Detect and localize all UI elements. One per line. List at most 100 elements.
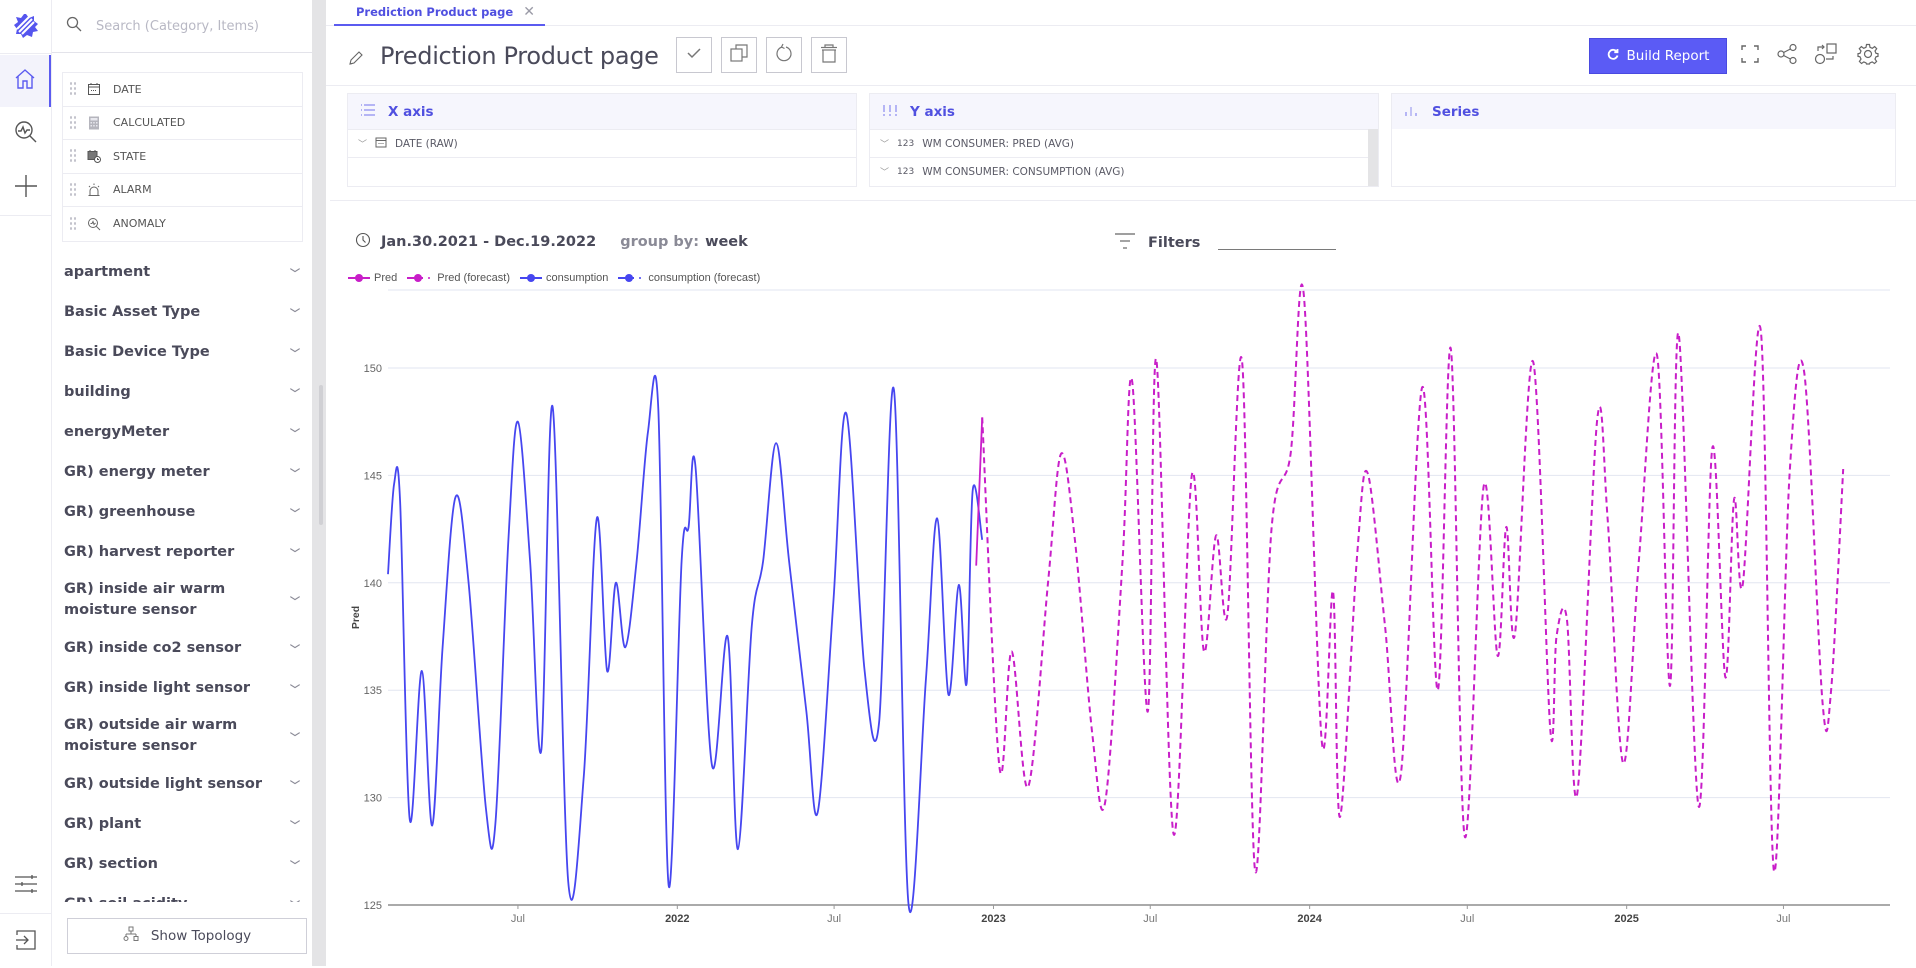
category-label: GR) inside light sensor <box>64 679 251 696</box>
save-button[interactable] <box>676 37 712 73</box>
chevron-down-icon[interactable]: ﹀ <box>290 345 300 360</box>
drag-handle-icon[interactable] <box>69 148 77 165</box>
chevron-down-icon[interactable]: ﹀ <box>290 641 300 656</box>
date-range-row: Jan.30.2021 - Dec.19.2022 group by: week <box>355 232 748 252</box>
category-item[interactable]: energyMeter ﹀ <box>62 412 308 452</box>
category-item[interactable]: apartment ﹀ <box>62 252 308 292</box>
rail-add-button[interactable] <box>0 162 51 214</box>
sidebar-scrollbar[interactable] <box>312 0 326 966</box>
y-axis-item[interactable]: ﹀ 123 WM CONSUMER: PRED (AVG) <box>870 129 1368 157</box>
category-item[interactable]: GR) outside air warm moisture sensor ﹀ <box>62 708 308 764</box>
category-item[interactable]: GR) section ﹀ <box>62 844 308 884</box>
filter-icon[interactable] <box>1114 232 1136 254</box>
tab-prediction-product-page[interactable]: Prediction Product page ✕ <box>334 0 545 26</box>
chevron-down-icon[interactable]: ﹀ <box>290 681 300 696</box>
chevron-down-icon[interactable]: ﹀ <box>290 505 300 520</box>
reset-button[interactable] <box>766 37 802 73</box>
chevron-down-icon[interactable]: ﹀ <box>290 265 300 280</box>
rail-logout-button[interactable] <box>0 916 51 968</box>
field-item-calculated[interactable]: CALCULATED <box>63 107 302 140</box>
y-axis-bars-icon <box>882 103 898 121</box>
rail-analytics-button[interactable] <box>0 108 51 160</box>
close-tab-icon[interactable]: ✕ <box>523 4 535 20</box>
category-label: GR) soil acidity <box>64 894 269 903</box>
drag-handle-icon[interactable] <box>69 215 77 232</box>
main-panel: Prediction Product page ✕ Prediction Pro… <box>326 0 1916 966</box>
category-item[interactable]: Basic Device Type ﹀ <box>62 332 308 372</box>
chevron-down-icon[interactable]: ﹀ <box>880 137 889 150</box>
number-type-icon: 123 <box>897 166 915 177</box>
chevron-down-icon[interactable]: ﹀ <box>290 857 300 872</box>
field-item-state[interactable]: STATE <box>63 140 302 174</box>
alarm-icon <box>87 183 101 197</box>
category-item[interactable]: GR) energy meter ﹀ <box>62 452 308 492</box>
category-item[interactable]: GR) harvest reporter ﹀ <box>62 532 308 572</box>
x-axis-empty-slot[interactable] <box>348 157 856 185</box>
calculator-icon <box>87 116 101 130</box>
sliders-icon <box>14 873 38 900</box>
edit-title-icon[interactable] <box>348 50 364 71</box>
y-axis-title: Y axis <box>910 103 955 120</box>
search-input[interactable] <box>96 18 296 34</box>
chevron-down-icon[interactable]: ﹀ <box>290 305 300 320</box>
sidebar-scrollbar-thumb[interactable] <box>319 385 323 525</box>
chevron-down-icon[interactable]: ﹀ <box>290 729 300 744</box>
drag-handle-icon[interactable] <box>69 181 77 198</box>
show-topology-button[interactable]: Show Topology <box>67 918 307 954</box>
chevron-down-icon[interactable]: ﹀ <box>358 137 367 150</box>
category-item[interactable]: building ﹀ <box>62 372 308 412</box>
rail-settings-button[interactable] <box>0 860 51 912</box>
field-item-alarm[interactable]: ALARM <box>63 174 302 207</box>
drag-handle-icon[interactable] <box>69 81 77 98</box>
transform-button[interactable] <box>1812 42 1840 70</box>
duplicate-button[interactable] <box>721 37 757 73</box>
show-topology-label: Show Topology <box>150 928 252 944</box>
legend-item-consumption[interactable]: consumption <box>520 272 608 284</box>
category-item[interactable]: GR) plant ﹀ <box>62 804 308 844</box>
category-item[interactable]: GR) soil acidity ﹀ <box>62 884 308 903</box>
group-by-value[interactable]: week <box>705 234 748 250</box>
settings-button[interactable] <box>1854 42 1882 70</box>
chevron-down-icon[interactable]: ﹀ <box>290 545 300 560</box>
y-axis-scrollbar[interactable] <box>1368 129 1378 186</box>
logo-icon[interactable] <box>12 12 40 40</box>
chevron-down-icon[interactable]: ﹀ <box>290 385 300 400</box>
category-label: Basic Device Type <box>64 343 210 360</box>
delete-button[interactable] <box>811 37 847 73</box>
category-item[interactable]: Basic Asset Type ﹀ <box>62 292 308 332</box>
share-button[interactable] <box>1773 42 1801 70</box>
page-title[interactable]: Prediction Product page <box>380 42 659 70</box>
drag-handle-icon[interactable] <box>69 114 77 131</box>
fullscreen-button[interactable] <box>1736 42 1764 70</box>
chevron-down-icon[interactable]: ﹀ <box>290 593 300 608</box>
home-icon <box>13 67 37 96</box>
y-axis-item[interactable]: ﹀ 123 WM CONSUMER: CONSUMPTION (AVG) <box>870 157 1368 185</box>
build-report-button[interactable]: Build Report <box>1589 38 1727 74</box>
category-item[interactable]: GR) outside light sensor ﹀ <box>62 764 308 804</box>
chevron-down-icon[interactable]: ﹀ <box>880 165 889 178</box>
x-axis-item[interactable]: ﹀ DATE (RAW) <box>348 129 856 157</box>
legend-item-pred[interactable]: Pred <box>348 272 397 284</box>
legend-item-consumption-forecast[interactable]: consumption (forecast) <box>618 272 760 284</box>
category-item[interactable]: GR) inside air warm moisture sensor ﹀ <box>62 572 308 628</box>
number-type-icon: 123 <box>897 138 915 149</box>
field-item-date[interactable]: DATE <box>63 73 302 107</box>
chevron-down-icon[interactable]: ﹀ <box>290 425 300 440</box>
chevron-down-icon[interactable]: ﹀ <box>290 897 300 903</box>
category-item[interactable]: GR) inside light sensor ﹀ <box>62 668 308 708</box>
category-item[interactable]: GR) greenhouse ﹀ <box>62 492 308 532</box>
chevron-down-icon[interactable]: ﹀ <box>290 777 300 792</box>
field-item-anomaly[interactable]: ANOMALY <box>63 207 302 241</box>
title-row: Prediction Product page Build Report <box>326 32 1916 86</box>
rail-home-button[interactable] <box>0 55 51 107</box>
legend-item-pred-forecast[interactable]: Pred (forecast) <box>407 272 510 284</box>
left-rail <box>0 0 52 966</box>
filters-input[interactable] <box>1218 236 1337 250</box>
field-label: CALCULATED <box>113 116 186 130</box>
date-range-value[interactable]: Jan.30.2021 - Dec.19.2022 <box>381 234 596 250</box>
category-item[interactable]: GR) inside co2 sensor ﹀ <box>62 628 308 668</box>
chevron-down-icon[interactable]: ﹀ <box>290 465 300 480</box>
chevron-down-icon[interactable]: ﹀ <box>290 817 300 832</box>
clock-icon[interactable] <box>355 232 371 252</box>
series-drop-zone[interactable] <box>1392 129 1895 186</box>
